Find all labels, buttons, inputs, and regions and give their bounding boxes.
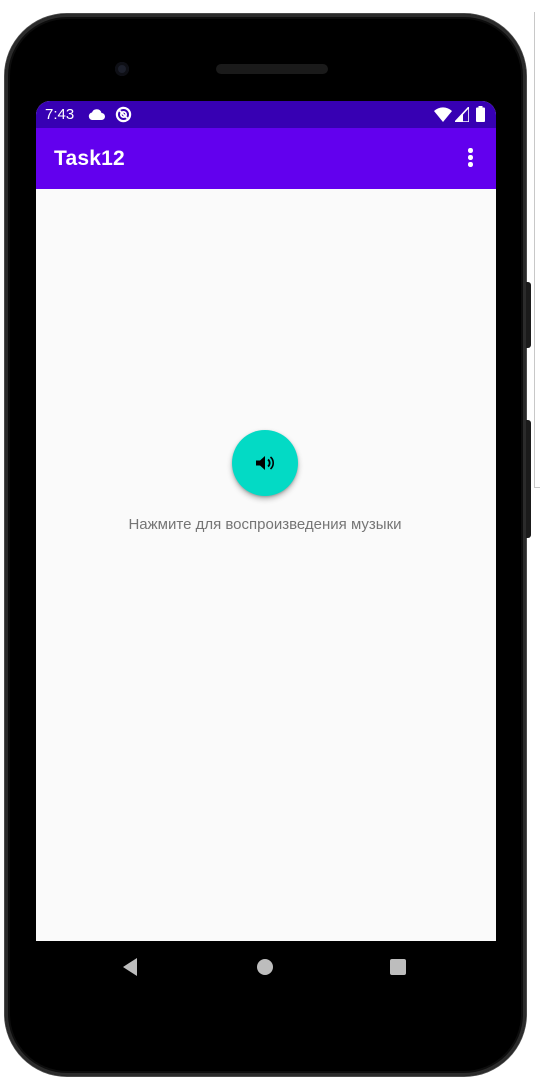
recents-icon[interactable] [390, 959, 406, 975]
main-content: Нажмите для воспроизведения музыки [36, 189, 496, 941]
play-hint-text: Нажмите для воспроизведения музыки [128, 516, 402, 533]
app-bar: Task12 [36, 128, 496, 189]
app-title: Task12 [54, 147, 125, 170]
page: 7:43 Task12 Нажмите для воспроизведения … [0, 0, 540, 1080]
cloud-icon [88, 109, 105, 120]
back-icon[interactable] [121, 956, 139, 978]
earpiece-speaker [216, 64, 328, 74]
power-button [526, 282, 531, 348]
sync-icon [115, 106, 132, 123]
volume-icon [256, 456, 275, 470]
volume-button [526, 420, 531, 538]
battery-icon [476, 106, 485, 122]
wifi-icon [434, 107, 452, 122]
front-camera [115, 62, 129, 76]
status-bar: 7:43 [36, 101, 496, 128]
play-music-button[interactable] [232, 430, 298, 496]
device-screen: 7:43 Task12 Нажмите для воспроизведения … [36, 101, 496, 941]
signal-icon [455, 107, 469, 122]
more-vert-icon[interactable] [460, 145, 480, 173]
home-icon[interactable] [257, 959, 273, 975]
status-time: 7:43 [45, 106, 75, 123]
window-edge [534, 12, 540, 488]
